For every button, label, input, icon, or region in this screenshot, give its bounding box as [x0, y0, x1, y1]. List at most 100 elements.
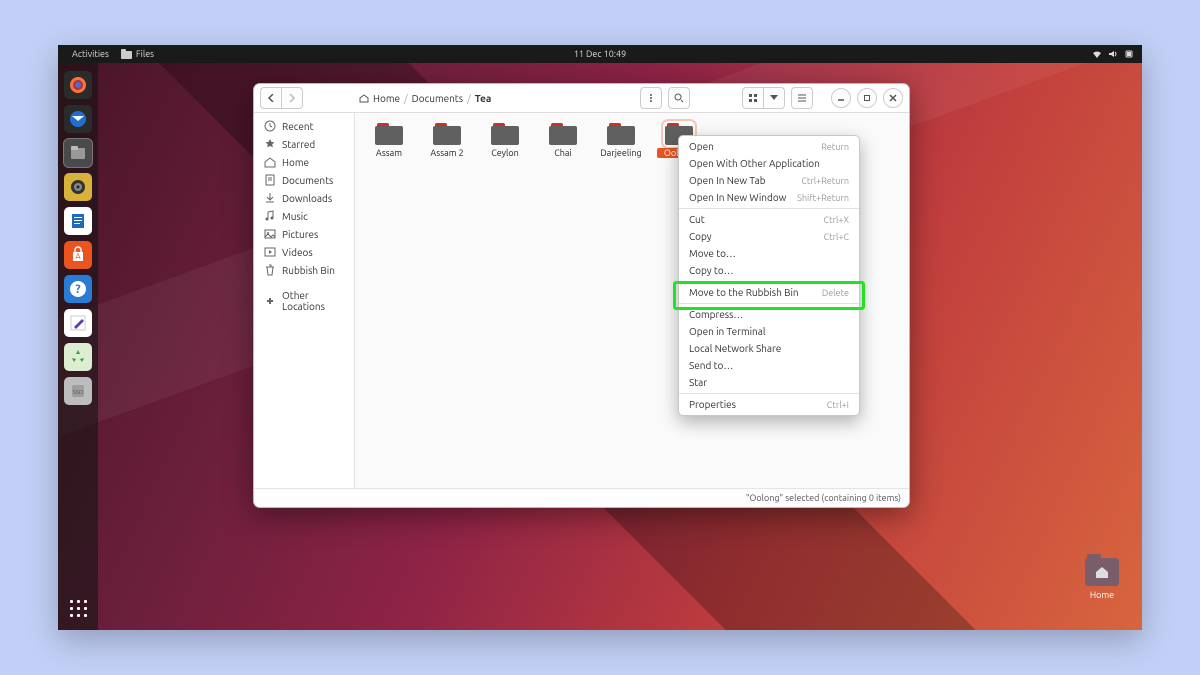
- context-menu-accel: Ctrl+X: [824, 215, 849, 225]
- svg-text:SSD: SSD: [73, 389, 84, 396]
- sidebar-item-trash[interactable]: Rubbish Bin: [254, 261, 354, 279]
- dock-writer[interactable]: [64, 207, 92, 235]
- context-menu-item[interactable]: Compress…: [679, 306, 859, 323]
- dock-software[interactable]: A: [64, 241, 92, 269]
- star-icon: [264, 138, 276, 150]
- context-menu-item[interactable]: Open In New TabCtrl+Return: [679, 172, 859, 189]
- sidebar-item-label: Starred: [282, 139, 315, 150]
- window-close-button[interactable]: [883, 88, 903, 108]
- view-list-button[interactable]: [791, 87, 813, 109]
- view-icon-button[interactable]: [742, 87, 764, 109]
- sidebar-item-label: Rubbish Bin: [282, 265, 335, 276]
- sidebar-item-label: Home: [282, 157, 309, 168]
- context-menu-item[interactable]: Copy to…: [679, 262, 859, 279]
- sidebar-item-videos[interactable]: Videos: [254, 243, 354, 261]
- context-menu-label: Open In New Window: [689, 192, 786, 203]
- sidebar-item-label: Videos: [282, 247, 313, 258]
- context-menu-label: Open In New Tab: [689, 175, 766, 186]
- context-menu-item[interactable]: CopyCtrl+C: [679, 228, 859, 245]
- breadcrumb-segment[interactable]: Home: [373, 93, 400, 104]
- folder-label: Assam 2: [425, 148, 469, 158]
- context-menu-item[interactable]: Open In New Window Shift+Return: [679, 189, 859, 206]
- folder-item[interactable]: Ceylon: [483, 123, 527, 158]
- svg-text:?: ?: [75, 283, 80, 296]
- status-bar: "Oolong" selected (containing 0 items): [254, 488, 909, 507]
- dock-files[interactable]: [64, 139, 92, 167]
- folder-icon: [433, 123, 461, 145]
- context-menu-item[interactable]: Local Network Share: [679, 340, 859, 357]
- dock-ssd[interactable]: SSD: [64, 377, 92, 405]
- nav-back-button[interactable]: [260, 87, 281, 109]
- context-menu-label: Local Network Share: [689, 343, 781, 354]
- dock-thunderbird[interactable]: [64, 105, 92, 133]
- sidebar-item-label: Downloads: [282, 193, 332, 204]
- context-menu-label: Star: [689, 377, 707, 388]
- folder-item[interactable]: Chai: [541, 123, 585, 158]
- dock-firefox[interactable]: [64, 71, 92, 99]
- folder-item[interactable]: Assam: [367, 123, 411, 158]
- folder-label: Chai: [541, 148, 585, 158]
- context-menu-item[interactable]: PropertiesCtrl+I: [679, 396, 859, 413]
- sidebar-item-home[interactable]: Home: [254, 153, 354, 171]
- view-dropdown-button[interactable]: [764, 87, 785, 109]
- context-menu-accel: Shift+Return: [797, 193, 849, 203]
- folder-label: Ceylon: [483, 148, 527, 158]
- folder-icon: [607, 123, 635, 145]
- sidebar-item-pictures[interactable]: Pictures: [254, 225, 354, 243]
- folder-icon: [121, 49, 132, 59]
- dock-trash[interactable]: [64, 343, 92, 371]
- context-menu-label: Move to the Rubbish Bin: [689, 287, 799, 298]
- system-tray[interactable]: [1092, 49, 1134, 59]
- context-menu-separator: [679, 281, 859, 282]
- sidebar-item-label: Documents: [282, 175, 333, 186]
- network-icon: [1092, 49, 1102, 59]
- music-icon: [264, 210, 276, 222]
- context-menu-item[interactable]: Open With Other Application: [679, 155, 859, 172]
- context-menu-accel: Delete: [822, 288, 849, 298]
- desktop-home-shortcut[interactable]: Home: [1080, 558, 1124, 600]
- dock-help[interactable]: ?: [64, 275, 92, 303]
- apps-grid-icon: [69, 599, 87, 617]
- breadcrumb[interactable]: Home/Documents/Tea: [359, 93, 491, 104]
- context-menu-item[interactable]: Move to…: [679, 245, 859, 262]
- sidebar-item-label: Music: [282, 211, 308, 222]
- sidebar-item-documents[interactable]: Documents: [254, 171, 354, 189]
- search-button[interactable]: [668, 87, 690, 109]
- top-bar: Activities Files 11 Dec 10:49: [58, 45, 1142, 63]
- dock-text-editor[interactable]: [64, 309, 92, 337]
- folder-icon: [491, 123, 519, 145]
- window-minimize-button[interactable]: [831, 88, 851, 108]
- sidebar-item-other[interactable]: Other Locations: [254, 287, 354, 315]
- active-app-indicator[interactable]: Files: [121, 49, 154, 59]
- home-icon: [264, 156, 276, 168]
- documents-icon: [264, 174, 276, 186]
- context-menu-accel: Ctrl+I: [827, 400, 849, 410]
- breadcrumb-segment[interactable]: Tea: [475, 93, 492, 104]
- sidebar-item-recent[interactable]: Recent: [254, 117, 354, 135]
- show-applications-button[interactable]: [64, 594, 92, 622]
- context-menu-accel: Ctrl+C: [824, 232, 849, 242]
- clock[interactable]: 11 Dec 10:49: [574, 49, 626, 59]
- activities-button[interactable]: Activities: [66, 49, 115, 59]
- nav-forward-button[interactable]: [281, 87, 303, 109]
- context-menu-separator: [679, 303, 859, 304]
- context-menu-item[interactable]: Open in Terminal: [679, 323, 859, 340]
- context-menu-item[interactable]: Cut Ctrl+X: [679, 211, 859, 228]
- dock-rhythmbox[interactable]: [64, 173, 92, 201]
- sidebar-item-star[interactable]: Starred: [254, 135, 354, 153]
- folder-label: Assam: [367, 148, 411, 158]
- sidebar-item-music[interactable]: Music: [254, 207, 354, 225]
- breadcrumb-segment[interactable]: Documents: [412, 93, 463, 104]
- folder-item[interactable]: Darjeeling: [599, 123, 643, 158]
- context-menu-item[interactable]: OpenReturn: [679, 138, 859, 155]
- context-menu-item[interactable]: Send to…: [679, 357, 859, 374]
- active-app-label: Files: [136, 49, 154, 59]
- context-menu-item[interactable]: Star: [679, 374, 859, 391]
- sidebar-item-label: Pictures: [282, 229, 318, 240]
- folder-item[interactable]: Assam 2: [425, 123, 469, 158]
- context-menu-label: Cut: [689, 214, 705, 225]
- hamburger-menu-button[interactable]: [640, 87, 662, 109]
- sidebar-item-downloads[interactable]: Downloads: [254, 189, 354, 207]
- window-maximize-button[interactable]: [857, 88, 877, 108]
- context-menu-item[interactable]: Move to the Rubbish Bin Delete: [679, 284, 859, 301]
